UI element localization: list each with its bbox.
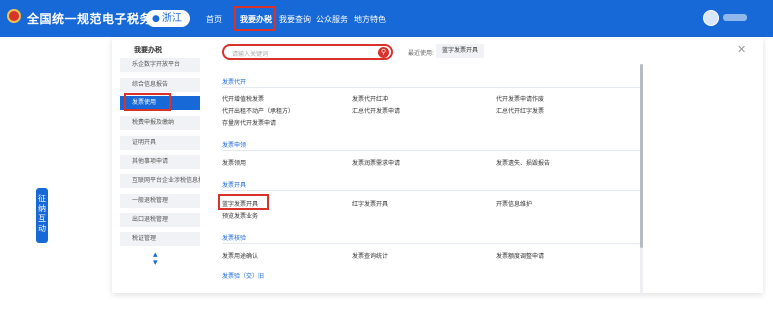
- highlight-box: [124, 93, 171, 111]
- sidebar-item[interactable]: 税费申报及缴纳: [120, 116, 200, 130]
- service-link[interactable]: 发票用途确认: [222, 251, 258, 260]
- sidebar-item[interactable]: 互联网平台企业涉税信息报送: [120, 174, 200, 188]
- service-link[interactable]: 发票领用: [222, 158, 246, 167]
- service-link[interactable]: 汇总代开发票申请: [352, 106, 400, 115]
- divider: [222, 87, 642, 88]
- nav-local-features[interactable]: 地方特色: [354, 14, 386, 25]
- sidebar-item[interactable]: 税证管理: [120, 232, 200, 246]
- search-input[interactable]: 请输入关键词: [232, 49, 268, 58]
- section-title: 发票验（交）旧: [222, 273, 265, 280]
- recent-label: 最近使用:: [408, 50, 435, 57]
- location-pin-icon: ●: [152, 14, 160, 24]
- expand-more-icon[interactable]: ▴ ▾: [153, 251, 158, 268]
- sidebar-menu: 我要办税 乐企数字开放平台 综合信息报告 发票使用 税费申报及缴纳 证明开具 其…: [112, 37, 200, 293]
- nav-query[interactable]: 我要查询: [279, 14, 311, 25]
- service-link[interactable]: 代开发票申请作废: [496, 94, 544, 103]
- section-title: 发票核验: [222, 235, 247, 242]
- sidebar-title: 我要办税: [134, 46, 162, 54]
- sidebar-item[interactable]: 其他事项申请: [120, 155, 200, 169]
- sidebar-item[interactable]: 证明开具: [120, 136, 200, 150]
- close-icon[interactable]: ✕: [737, 43, 746, 56]
- recent-item[interactable]: 蓝字发票开具: [436, 44, 485, 58]
- site-title[interactable]: 全国统一规范电子税务局: [27, 10, 165, 27]
- divider: [222, 190, 642, 191]
- interaction-widget[interactable]: 征纳互动: [36, 188, 48, 243]
- service-link[interactable]: 代开增值税发票: [222, 94, 264, 103]
- section-title: 发票申领: [222, 142, 247, 149]
- search-box[interactable]: 请输入关键词 ⚲: [222, 44, 393, 60]
- service-link[interactable]: 发票润票需求申请: [352, 158, 400, 167]
- mega-menu-panel: 我要办税 乐企数字开放平台 综合信息报告 发票使用 税费申报及缴纳 证明开具 其…: [112, 37, 763, 293]
- service-link[interactable]: 预览发票业务: [222, 211, 258, 220]
- service-link[interactable]: 代开出租不动产（承租方）: [222, 106, 294, 115]
- service-link[interactable]: 存量房代开发票申请: [222, 118, 276, 127]
- sidebar-item[interactable]: 出口退税管理: [120, 213, 200, 227]
- highlight-box: [234, 6, 276, 31]
- sidebar-item[interactable]: 综合信息报告: [120, 78, 200, 92]
- service-link[interactable]: 发票查询统计: [352, 251, 388, 260]
- username-blurred[interactable]: [723, 14, 747, 21]
- service-link[interactable]: 开票信息维护: [496, 199, 532, 208]
- service-link[interactable]: 汇总代开红字发票: [496, 106, 544, 115]
- highlight-box: [218, 194, 269, 210]
- section-title: 发票代开: [222, 79, 247, 86]
- divider: [222, 150, 642, 151]
- sidebar-item[interactable]: 一般退税管理: [120, 194, 200, 208]
- service-link[interactable]: 发票额度调整申请: [496, 251, 544, 260]
- region-label: 浙江: [161, 13, 182, 24]
- divider: [222, 243, 642, 244]
- region-selector[interactable]: ● 浙江: [146, 10, 190, 27]
- service-link[interactable]: 发票代开红冲: [352, 94, 388, 103]
- nav-public-service[interactable]: 公众服务: [316, 14, 348, 25]
- search-icon[interactable]: ⚲: [378, 47, 389, 58]
- avatar[interactable]: [703, 10, 719, 26]
- service-link[interactable]: 发票遗失、损毁报告: [496, 158, 550, 167]
- section-title: 发票开具: [222, 182, 247, 189]
- nav-home[interactable]: 首页: [206, 14, 222, 25]
- scrollbar-thumb[interactable]: [640, 64, 643, 248]
- tax-emblem-icon: [7, 9, 21, 23]
- sidebar-item[interactable]: 乐企数字开放平台: [120, 58, 200, 72]
- service-link[interactable]: 红字发票开具: [352, 199, 388, 208]
- top-bar: 全国统一规范电子税务局 ● 浙江 首页 我要办税 我要查询 公众服务 地方特色: [0, 0, 773, 37]
